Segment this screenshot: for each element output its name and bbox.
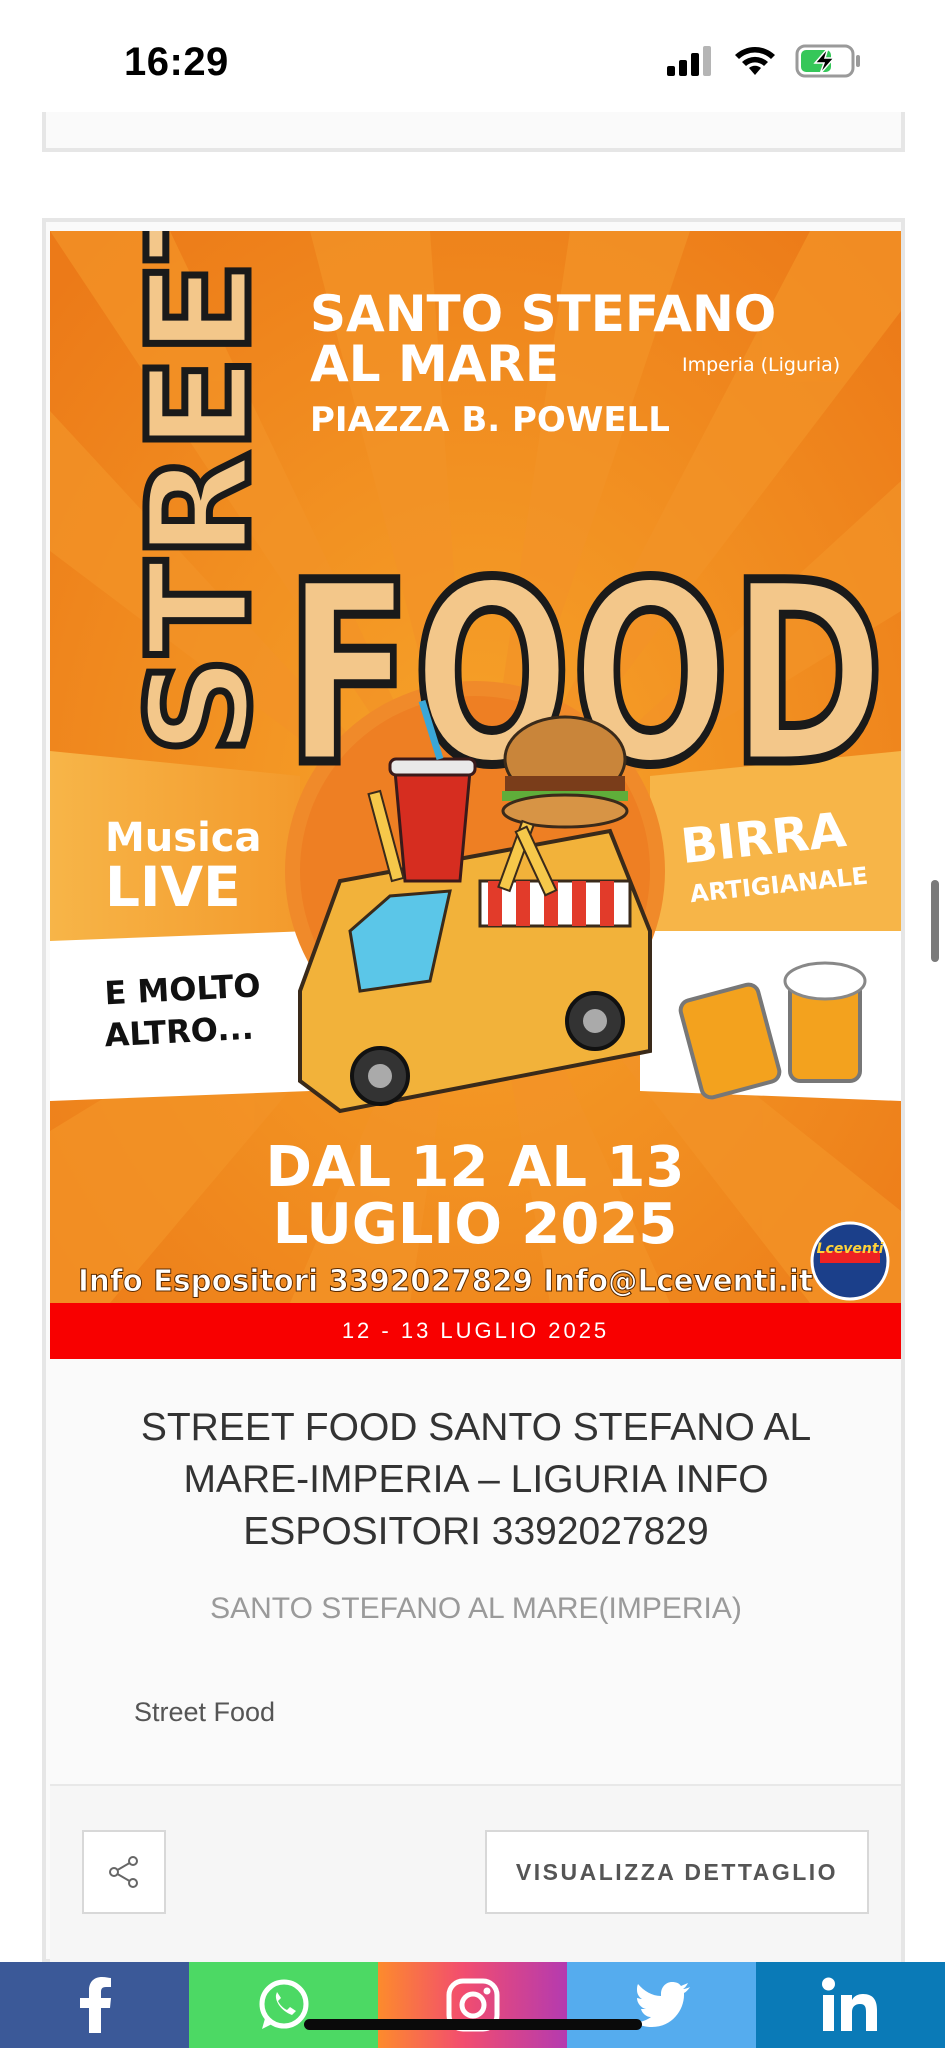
- event-title[interactable]: STREET FOOD SANTO STEFANO AL MARE-IMPERI…: [86, 1402, 866, 1558]
- social-share-bar: [0, 1962, 945, 2048]
- poster-music-line2: LIVE: [105, 855, 241, 919]
- home-indicator[interactable]: [304, 2019, 642, 2030]
- share-icon: [109, 1856, 138, 1888]
- facebook-share-button[interactable]: [0, 1962, 189, 2048]
- status-icons: [667, 44, 861, 78]
- view-detail-button[interactable]: VISUALIZZA DETTAGLIO: [485, 1830, 869, 1914]
- share-button[interactable]: [82, 1830, 166, 1914]
- event-poster[interactable]: STREET FOOD SANTO STEFANO AL MARE Imperi…: [50, 231, 901, 1303]
- poster-town-line2: AL MARE: [310, 335, 559, 393]
- lceventi-logo: Lceventi: [810, 1221, 890, 1301]
- poster-image: STREET FOOD SANTO STEFANO AL MARE Imperi…: [50, 231, 901, 1303]
- status-time: 16:29: [124, 40, 229, 84]
- event-date-badge: 12 - 13 LUGLIO 2025: [50, 1303, 901, 1359]
- poster-square: PIAZZA B. POWELL: [310, 400, 670, 440]
- cellular-signal-icon: [667, 46, 711, 76]
- linkedin-icon: [821, 1977, 877, 2031]
- card-footer: VISUALIZZA DETTAGLIO: [50, 1784, 901, 1962]
- poster-dates-line1: DAL 12 AL 13: [266, 1135, 685, 1200]
- twitter-icon: [633, 1982, 690, 2027]
- whatsapp-share-button[interactable]: [189, 1962, 378, 2048]
- twitter-share-button[interactable]: [567, 1962, 756, 2048]
- facebook-icon: [79, 1977, 111, 2033]
- instagram-share-button[interactable]: [378, 1962, 567, 2048]
- event-card[interactable]: STREET FOOD SANTO STEFANO AL MARE Imperi…: [42, 218, 905, 1963]
- poster-street-text: STREET: [119, 231, 282, 756]
- linkedin-share-button[interactable]: [756, 1962, 945, 2048]
- event-category[interactable]: Street Food: [134, 1697, 275, 1728]
- status-bar: 16:29: [0, 0, 945, 128]
- poster-region: Imperia (Liguria): [682, 354, 840, 376]
- wifi-icon: [735, 47, 775, 75]
- battery-charging-icon: [795, 44, 860, 78]
- previous-event-card: [42, 112, 905, 152]
- scrollbar-thumb[interactable]: [931, 880, 939, 962]
- svg-text:Lceventi: Lceventi: [817, 1241, 884, 1257]
- event-location: SANTO STEFANO AL MARE(IMPERIA): [210, 1592, 742, 1625]
- poster-dates-line2: LUGLIO 2025: [273, 1192, 678, 1257]
- poster-info: Info Espositori 3392027829 Info@Lceventi…: [78, 1264, 813, 1299]
- poster-more-line2: ALTRO...: [104, 1009, 255, 1055]
